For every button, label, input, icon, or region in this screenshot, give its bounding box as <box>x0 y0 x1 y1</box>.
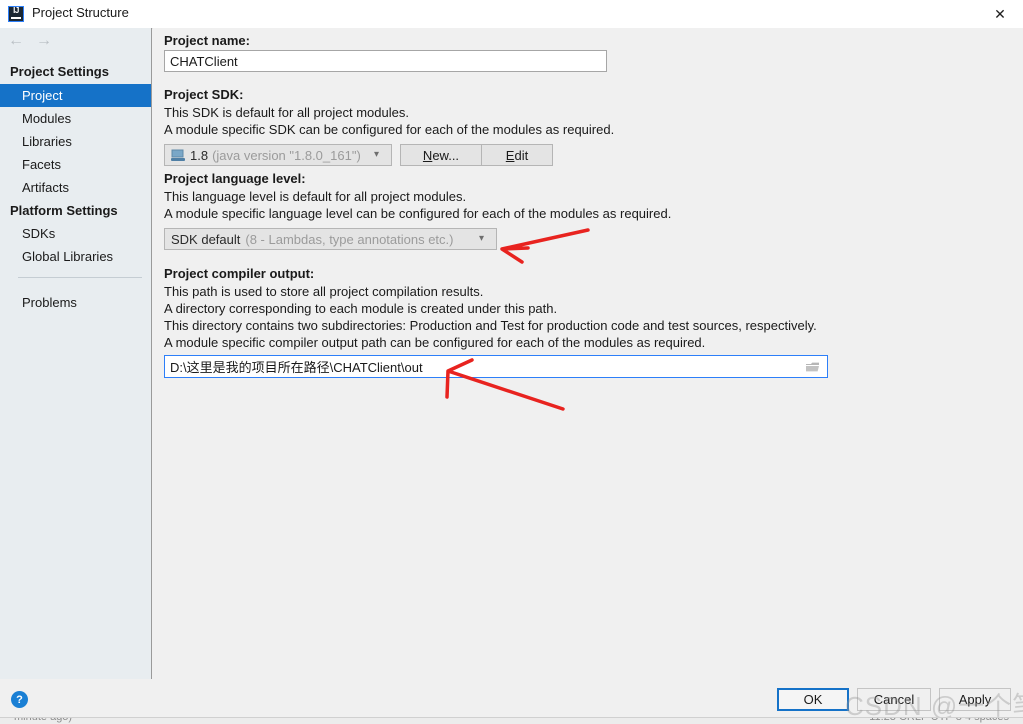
compiler-output-desc-4: A module specific compiler output path c… <box>164 335 706 350</box>
chevron-down-icon[interactable]: ▾ <box>479 234 488 244</box>
title-bar: Project Structure ✕ <box>0 0 1023 29</box>
sidebar-item-project[interactable]: Project <box>0 84 151 107</box>
ide-status-bar-sliver: minute ago) 11:23 CRLF UTF-8 4 spaces <box>0 717 1023 724</box>
edit-sdk-button-label: dit <box>514 147 529 163</box>
compiler-output-desc-3: This directory contains two subdirectori… <box>164 318 817 333</box>
language-level-desc-1: This language level is default for all p… <box>164 189 467 204</box>
language-level-detail: (8 - Lambdas, type annotations etc.) <box>245 231 454 247</box>
java-sdk-icon <box>171 149 186 162</box>
compiler-output-value: D:\这里是我的项目所在路径\CHATClient\out <box>170 360 423 375</box>
compiler-output-desc-2: A directory corresponding to each module… <box>164 301 558 316</box>
sidebar-item-artifacts[interactable]: Artifacts <box>0 176 151 199</box>
forward-arrow-icon[interactable]: → <box>36 33 52 49</box>
edit-sdk-button[interactable]: Edit <box>481 144 553 166</box>
compiler-output-input[interactable]: D:\这里是我的项目所在路径\CHATClient\out <box>164 355 828 378</box>
project-name-input[interactable]: CHATClient <box>164 50 607 72</box>
sidebar-group-project-settings: Project Settings <box>10 64 109 79</box>
back-arrow-icon[interactable]: ← <box>8 33 24 49</box>
language-level-dropdown[interactable]: SDK default (8 - Lambdas, type annotatio… <box>164 228 497 250</box>
sidebar-item-sdks[interactable]: SDKs <box>0 222 151 245</box>
edit-sdk-button-mnemonic: E <box>505 147 515 163</box>
status-left-text: minute ago) <box>14 717 73 723</box>
sidebar-item-facets[interactable]: Facets <box>0 153 151 176</box>
compiler-output-label: Project compiler output: <box>164 266 315 281</box>
project-name-value: CHATClient <box>170 53 238 69</box>
apply-button[interactable]: Apply <box>939 688 1011 711</box>
sidebar-group-platform-settings: Platform Settings <box>10 203 118 218</box>
project-sdk-desc-2: A module specific SDK can be configured … <box>164 122 615 137</box>
project-sdk-detail: (java version "1.8.0_161") <box>212 147 361 163</box>
language-level-label: Project language level: <box>164 171 306 186</box>
cancel-button[interactable]: Cancel <box>857 688 931 711</box>
sidebar-item-modules[interactable]: Modules <box>0 107 151 130</box>
close-icon[interactable]: ✕ <box>977 0 1023 28</box>
project-name-label: Project name: <box>164 33 250 48</box>
sidebar-item-libraries[interactable]: Libraries <box>0 130 151 153</box>
new-sdk-button-label: ew... <box>432 147 460 163</box>
language-level-value: SDK default <box>171 231 241 247</box>
compiler-output-desc-1: This path is used to store all project c… <box>164 284 484 299</box>
navigation-arrows: ← → <box>0 30 152 56</box>
language-level-desc-2: A module specific language level can be … <box>164 206 672 221</box>
chevron-down-icon[interactable]: ▾ <box>374 150 383 160</box>
window-title: Project Structure <box>32 5 129 20</box>
sidebar-item-problems[interactable]: Problems <box>0 291 151 314</box>
ok-button[interactable]: OK <box>777 688 849 711</box>
project-sdk-label: Project SDK: <box>164 87 244 102</box>
intellij-idea-icon <box>8 6 24 22</box>
sidebar-divider <box>18 277 142 278</box>
project-sdk-desc-1: This SDK is default for all project modu… <box>164 105 409 120</box>
project-sdk-version: 1.8 <box>190 147 209 163</box>
sidebar-item-global-libraries[interactable]: Global Libraries <box>0 245 151 268</box>
new-sdk-button[interactable]: New... <box>400 144 482 166</box>
project-structure-dialog: Project Structure ✕ ← → Project Settings… <box>0 0 1023 724</box>
folder-icon[interactable] <box>806 361 820 373</box>
settings-sidebar: ← → Project Settings Project Modules Lib… <box>0 28 152 679</box>
project-settings-panel: Project name: CHATClient Project SDK: Th… <box>153 28 1023 679</box>
project-sdk-dropdown[interactable]: 1.8 (java version "1.8.0_161") ▾ <box>164 144 392 166</box>
help-icon[interactable]: ? <box>11 691 28 708</box>
status-right-text: 11:23 CRLF UTF-8 4 spaces <box>869 717 1009 723</box>
new-sdk-button-mnemonic: N <box>422 147 433 163</box>
